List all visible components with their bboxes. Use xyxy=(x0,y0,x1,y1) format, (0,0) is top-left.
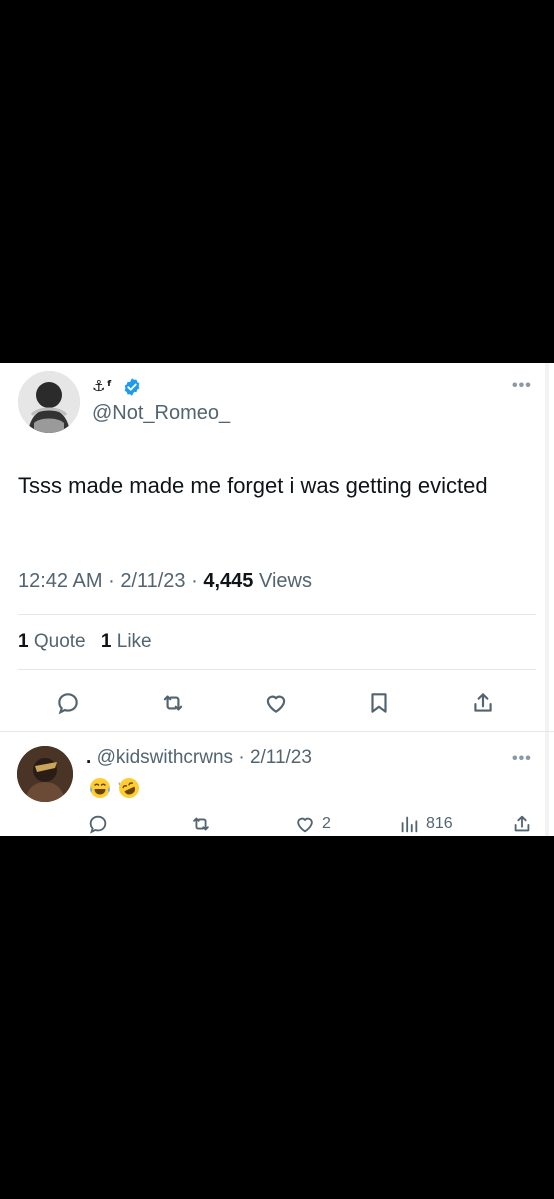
likes-count: 1 xyxy=(100,631,112,652)
quotes-label: Quote xyxy=(33,631,86,652)
like-icon xyxy=(297,817,313,833)
likes-label: Like xyxy=(116,631,152,652)
scrollbar[interactable] xyxy=(545,363,549,836)
reply-like-button[interactable]: 2 xyxy=(294,813,331,835)
meta-separator: · xyxy=(191,570,198,592)
reply-view-count: 816 xyxy=(426,815,453,832)
reply-handle[interactable]: @kidswithcrwns xyxy=(97,747,233,768)
likes-stat[interactable]: 1 Like xyxy=(101,631,152,652)
divider xyxy=(0,731,554,732)
meta-separator: · xyxy=(108,570,115,592)
reply-avatar-photo xyxy=(17,746,73,802)
divider xyxy=(18,669,536,670)
bookmark-button[interactable] xyxy=(364,688,394,718)
like-icon xyxy=(266,695,286,713)
quotes-count: 1 xyxy=(18,631,29,652)
tweet-text: Tsss made made me forget i was getting e… xyxy=(18,473,488,498)
avatar[interactable] xyxy=(18,371,80,433)
face-with-tears-of-joy-icon xyxy=(90,778,110,798)
quotes-stat[interactable]: 1 Quote xyxy=(18,631,86,652)
reply-button[interactable] xyxy=(53,688,83,718)
reply-share-button[interactable] xyxy=(511,813,533,835)
tweet-card: ⚓ᶠ @Not_Romeo_ ••• Tsss made made me for… xyxy=(0,363,554,836)
engagement-stats: 1 Quote 1 Like xyxy=(18,631,162,653)
views-count: 4,445 xyxy=(203,570,254,592)
retweet-button[interactable] xyxy=(158,688,188,718)
screenshot: ⚓ᶠ @Not_Romeo_ ••• Tsss made made me for… xyxy=(0,0,554,1199)
bookmark-icon xyxy=(371,693,387,713)
views-label: Views xyxy=(258,570,312,592)
rolling-on-floor-laughing-icon xyxy=(118,778,139,798)
views-icon xyxy=(401,816,418,833)
more-options-icon[interactable]: ••• xyxy=(512,377,532,395)
avatar-photo xyxy=(18,371,80,433)
reply-views-button[interactable]: 816 xyxy=(398,813,453,835)
meta-separator: · xyxy=(238,747,245,768)
reply-date[interactable]: 2/11/23 xyxy=(250,747,312,768)
tweet-time[interactable]: 12:42 AM xyxy=(18,570,103,592)
reply-icon xyxy=(58,693,78,715)
divider xyxy=(18,614,536,615)
reply-retweet-button[interactable] xyxy=(190,813,212,835)
reply-icon xyxy=(89,815,107,834)
reply-header: . @kidswithcrwns · 2/11/23 xyxy=(86,747,312,769)
reply-display-name[interactable]: . xyxy=(86,747,91,768)
share-icon xyxy=(474,693,492,712)
reply-reply-button[interactable] xyxy=(87,813,109,835)
share-icon xyxy=(514,815,530,832)
display-name[interactable]: ⚓ᶠ xyxy=(92,377,113,395)
user-handle[interactable]: @Not_Romeo_ xyxy=(92,402,230,425)
verified-badge-icon xyxy=(124,378,140,396)
reply-like-count: 2 xyxy=(322,815,331,832)
share-button[interactable] xyxy=(468,688,498,718)
retweet-icon xyxy=(163,695,183,711)
reply-avatar[interactable] xyxy=(17,746,73,802)
reply-more-options-icon[interactable]: ••• xyxy=(512,750,532,768)
like-button[interactable] xyxy=(261,688,291,718)
tweet-meta: 12:42 AM · 2/11/23 · 4,445 Views xyxy=(18,570,312,593)
tweet-date[interactable]: 2/11/23 xyxy=(120,570,185,592)
retweet-icon xyxy=(193,817,209,831)
